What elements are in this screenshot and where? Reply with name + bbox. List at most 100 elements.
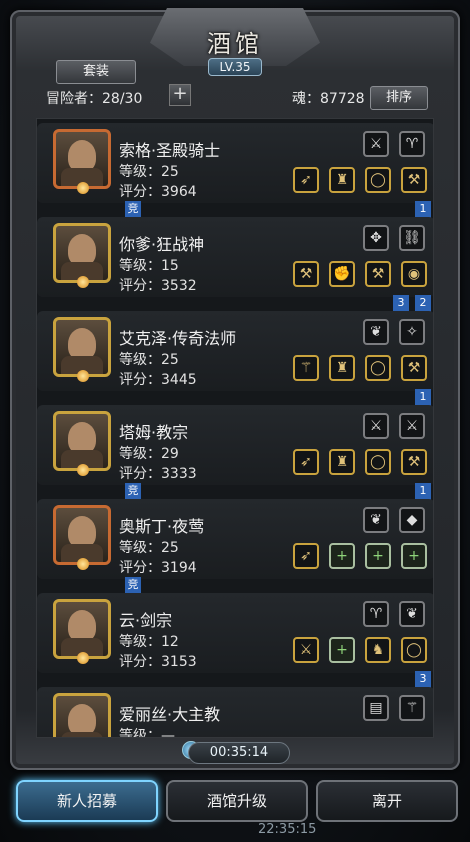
- hero-card[interactable]: 你爹·狂战神 等级：15 评分：3532 ✥ ⛓ ⚒ ✊ ⚒ ◉: [37, 217, 433, 297]
- ring-icon[interactable]: ◯: [365, 167, 391, 193]
- robe-icon[interactable]: ♜: [329, 167, 355, 193]
- spear-icon[interactable]: ➶: [293, 449, 319, 475]
- spear-icon[interactable]: ➶: [293, 543, 319, 569]
- spear-icon[interactable]: ➶: [293, 167, 319, 193]
- hero-portrait[interactable]: [53, 599, 111, 664]
- system-clock: 22:35:15: [258, 822, 317, 837]
- axe-icon[interactable]: ⚒: [293, 261, 319, 287]
- hero-card[interactable]: 塔姆·教宗 等级：29 评分：3333 ⚔ ⚔ ➶ ♜ ◯ ⚒: [37, 405, 433, 485]
- staff-icon[interactable]: ⚚: [293, 355, 319, 381]
- claw-glyph: ⚒: [407, 360, 421, 376]
- hero-score: 评分：3333: [119, 466, 197, 482]
- wing-glyph: ❦: [370, 512, 382, 528]
- plus-glyph: +: [336, 548, 348, 564]
- wing-icon[interactable]: ❦: [363, 319, 389, 345]
- hero-portrait[interactable]: [53, 223, 111, 288]
- boot-icon[interactable]: ♞: [365, 637, 391, 663]
- tavern-screen: { "header": { "title": "酒馆", "level": "L…: [0, 0, 470, 842]
- add-adventurer-button[interactable]: +: [169, 84, 191, 106]
- empty-slot-icon[interactable]: +: [329, 637, 355, 663]
- wing-icon[interactable]: ❦: [363, 507, 389, 533]
- horn-icon[interactable]: ♈: [399, 131, 425, 157]
- hero-portrait[interactable]: [53, 693, 111, 737]
- hero-level: 等级：25: [119, 352, 179, 368]
- hero-name: 云·剑宗: [119, 611, 173, 630]
- sword-icon[interactable]: ⚔: [293, 637, 319, 663]
- ring-icon[interactable]: ◯: [401, 637, 427, 663]
- ring-icon[interactable]: ◯: [365, 449, 391, 475]
- hero-name: 艾克泽·传奇法师: [119, 329, 237, 348]
- horn-icon[interactable]: ♈: [363, 601, 389, 627]
- adventurer-count: 冒险者：28/30: [46, 91, 143, 107]
- hero-score: 评分：3153: [119, 654, 197, 670]
- hero-name: 你爹·狂战神: [119, 235, 205, 254]
- empty-slot-icon[interactable]: +: [401, 543, 427, 569]
- recruit-button[interactable]: 新人招募: [16, 780, 158, 822]
- book-icon[interactable]: ▤: [363, 695, 389, 721]
- robe-glyph: ♜: [335, 454, 349, 470]
- claw-icon[interactable]: ⚒: [365, 261, 391, 287]
- hero-card[interactable]: 云·剑宗 等级：12 评分：3153 ♈ ❦ ⚔ + ♞ ◯: [37, 593, 433, 673]
- gem-icon[interactable]: ◆: [399, 507, 425, 533]
- staff-icon[interactable]: ⚚: [399, 695, 425, 721]
- leave-button[interactable]: 离开: [316, 780, 458, 822]
- staff-glyph: ⚚: [405, 700, 419, 716]
- empty-slot-icon[interactable]: +: [365, 543, 391, 569]
- bracelet-icon[interactable]: ◉: [401, 261, 427, 287]
- sword-icon[interactable]: ⚔: [399, 413, 425, 439]
- spear-glyph: ➶: [300, 172, 312, 188]
- wing-icon[interactable]: ❦: [399, 601, 425, 627]
- hero-card[interactable]: 奥斯丁·夜莺 等级：25 评分：3194 ❦ ◆ ➶ + + +: [37, 499, 433, 579]
- hero-score: 评分：3445: [119, 372, 197, 388]
- empty-slot-icon[interactable]: +: [329, 543, 355, 569]
- hero-card[interactable]: 爱丽丝·大主教 等级：— ▤ ⚚: [37, 687, 433, 738]
- spear-glyph: ➶: [300, 548, 312, 564]
- claw-icon[interactable]: ⚒: [401, 167, 427, 193]
- rank-gem-icon: [77, 464, 89, 476]
- spear-glyph: ➶: [300, 454, 312, 470]
- chain-glyph: ⛓: [403, 230, 421, 246]
- claw-icon[interactable]: ⚒: [401, 449, 427, 475]
- rank-gem-icon: [77, 558, 89, 570]
- claw-icon[interactable]: ⚒: [401, 355, 427, 381]
- staff-glyph: ⚚: [299, 360, 313, 376]
- axe-glyph: ⚒: [299, 266, 313, 282]
- ring-glyph: ◯: [370, 360, 386, 376]
- gauntlet-glyph: ✊: [333, 266, 351, 282]
- ring-glyph: ◯: [406, 642, 422, 658]
- portrait-body: [61, 732, 103, 737]
- gauntlet-icon[interactable]: ✊: [329, 261, 355, 287]
- sword-icon[interactable]: ⚔: [363, 413, 389, 439]
- hero-list[interactable]: 索格·圣殿骑士 等级：25 评分：3964 ⚔ ♈ ➶ ♜ ◯ ⚒ 竞 1 你爹·狂战神 等级：15 评分…: [36, 118, 434, 738]
- hero-level: 等级：15: [119, 258, 179, 274]
- hero-level: 等级：25: [119, 164, 179, 180]
- robe-icon[interactable]: ♜: [329, 449, 355, 475]
- sword-glyph: ⚔: [369, 136, 383, 152]
- hero-score: 评分：3532: [119, 278, 197, 294]
- ring-icon[interactable]: ◯: [365, 355, 391, 381]
- hero-level: 等级：—: [119, 728, 175, 738]
- plus-glyph: +: [372, 548, 384, 564]
- hero-card[interactable]: 索格·圣殿骑士 等级：25 评分：3964 ⚔ ♈ ➶ ♜ ◯ ⚒: [37, 123, 433, 203]
- emblem-glyph: ✥: [370, 230, 382, 246]
- wing-glyph: ❦: [406, 606, 418, 622]
- hero-score: 评分：3194: [119, 560, 197, 576]
- crystal-icon[interactable]: ✧: [399, 319, 425, 345]
- horn-glyph: ♈: [369, 606, 383, 622]
- hero-portrait[interactable]: [53, 317, 111, 382]
- sort-button[interactable]: 排序: [370, 86, 428, 110]
- hero-card[interactable]: 艾克泽·传奇法师 等级：25 评分：3445 ❦ ✧ ⚚ ♜ ◯ ⚒: [37, 311, 433, 391]
- emblem-icon[interactable]: ✥: [363, 225, 389, 251]
- hero-name: 塔姆·教宗: [119, 423, 189, 442]
- sword-icon[interactable]: ⚔: [363, 131, 389, 157]
- hero-portrait[interactable]: [53, 411, 111, 476]
- equip-set-button[interactable]: 套装: [56, 60, 136, 84]
- hero-portrait[interactable]: [53, 129, 111, 194]
- horn-glyph: ♈: [405, 136, 419, 152]
- tavern-upgrade-button[interactable]: 酒馆升级: [166, 780, 308, 822]
- hero-score: 评分：3964: [119, 184, 197, 200]
- chain-icon[interactable]: ⛓: [399, 225, 425, 251]
- robe-glyph: ♜: [335, 360, 349, 376]
- hero-portrait[interactable]: [53, 505, 111, 570]
- robe-icon[interactable]: ♜: [329, 355, 355, 381]
